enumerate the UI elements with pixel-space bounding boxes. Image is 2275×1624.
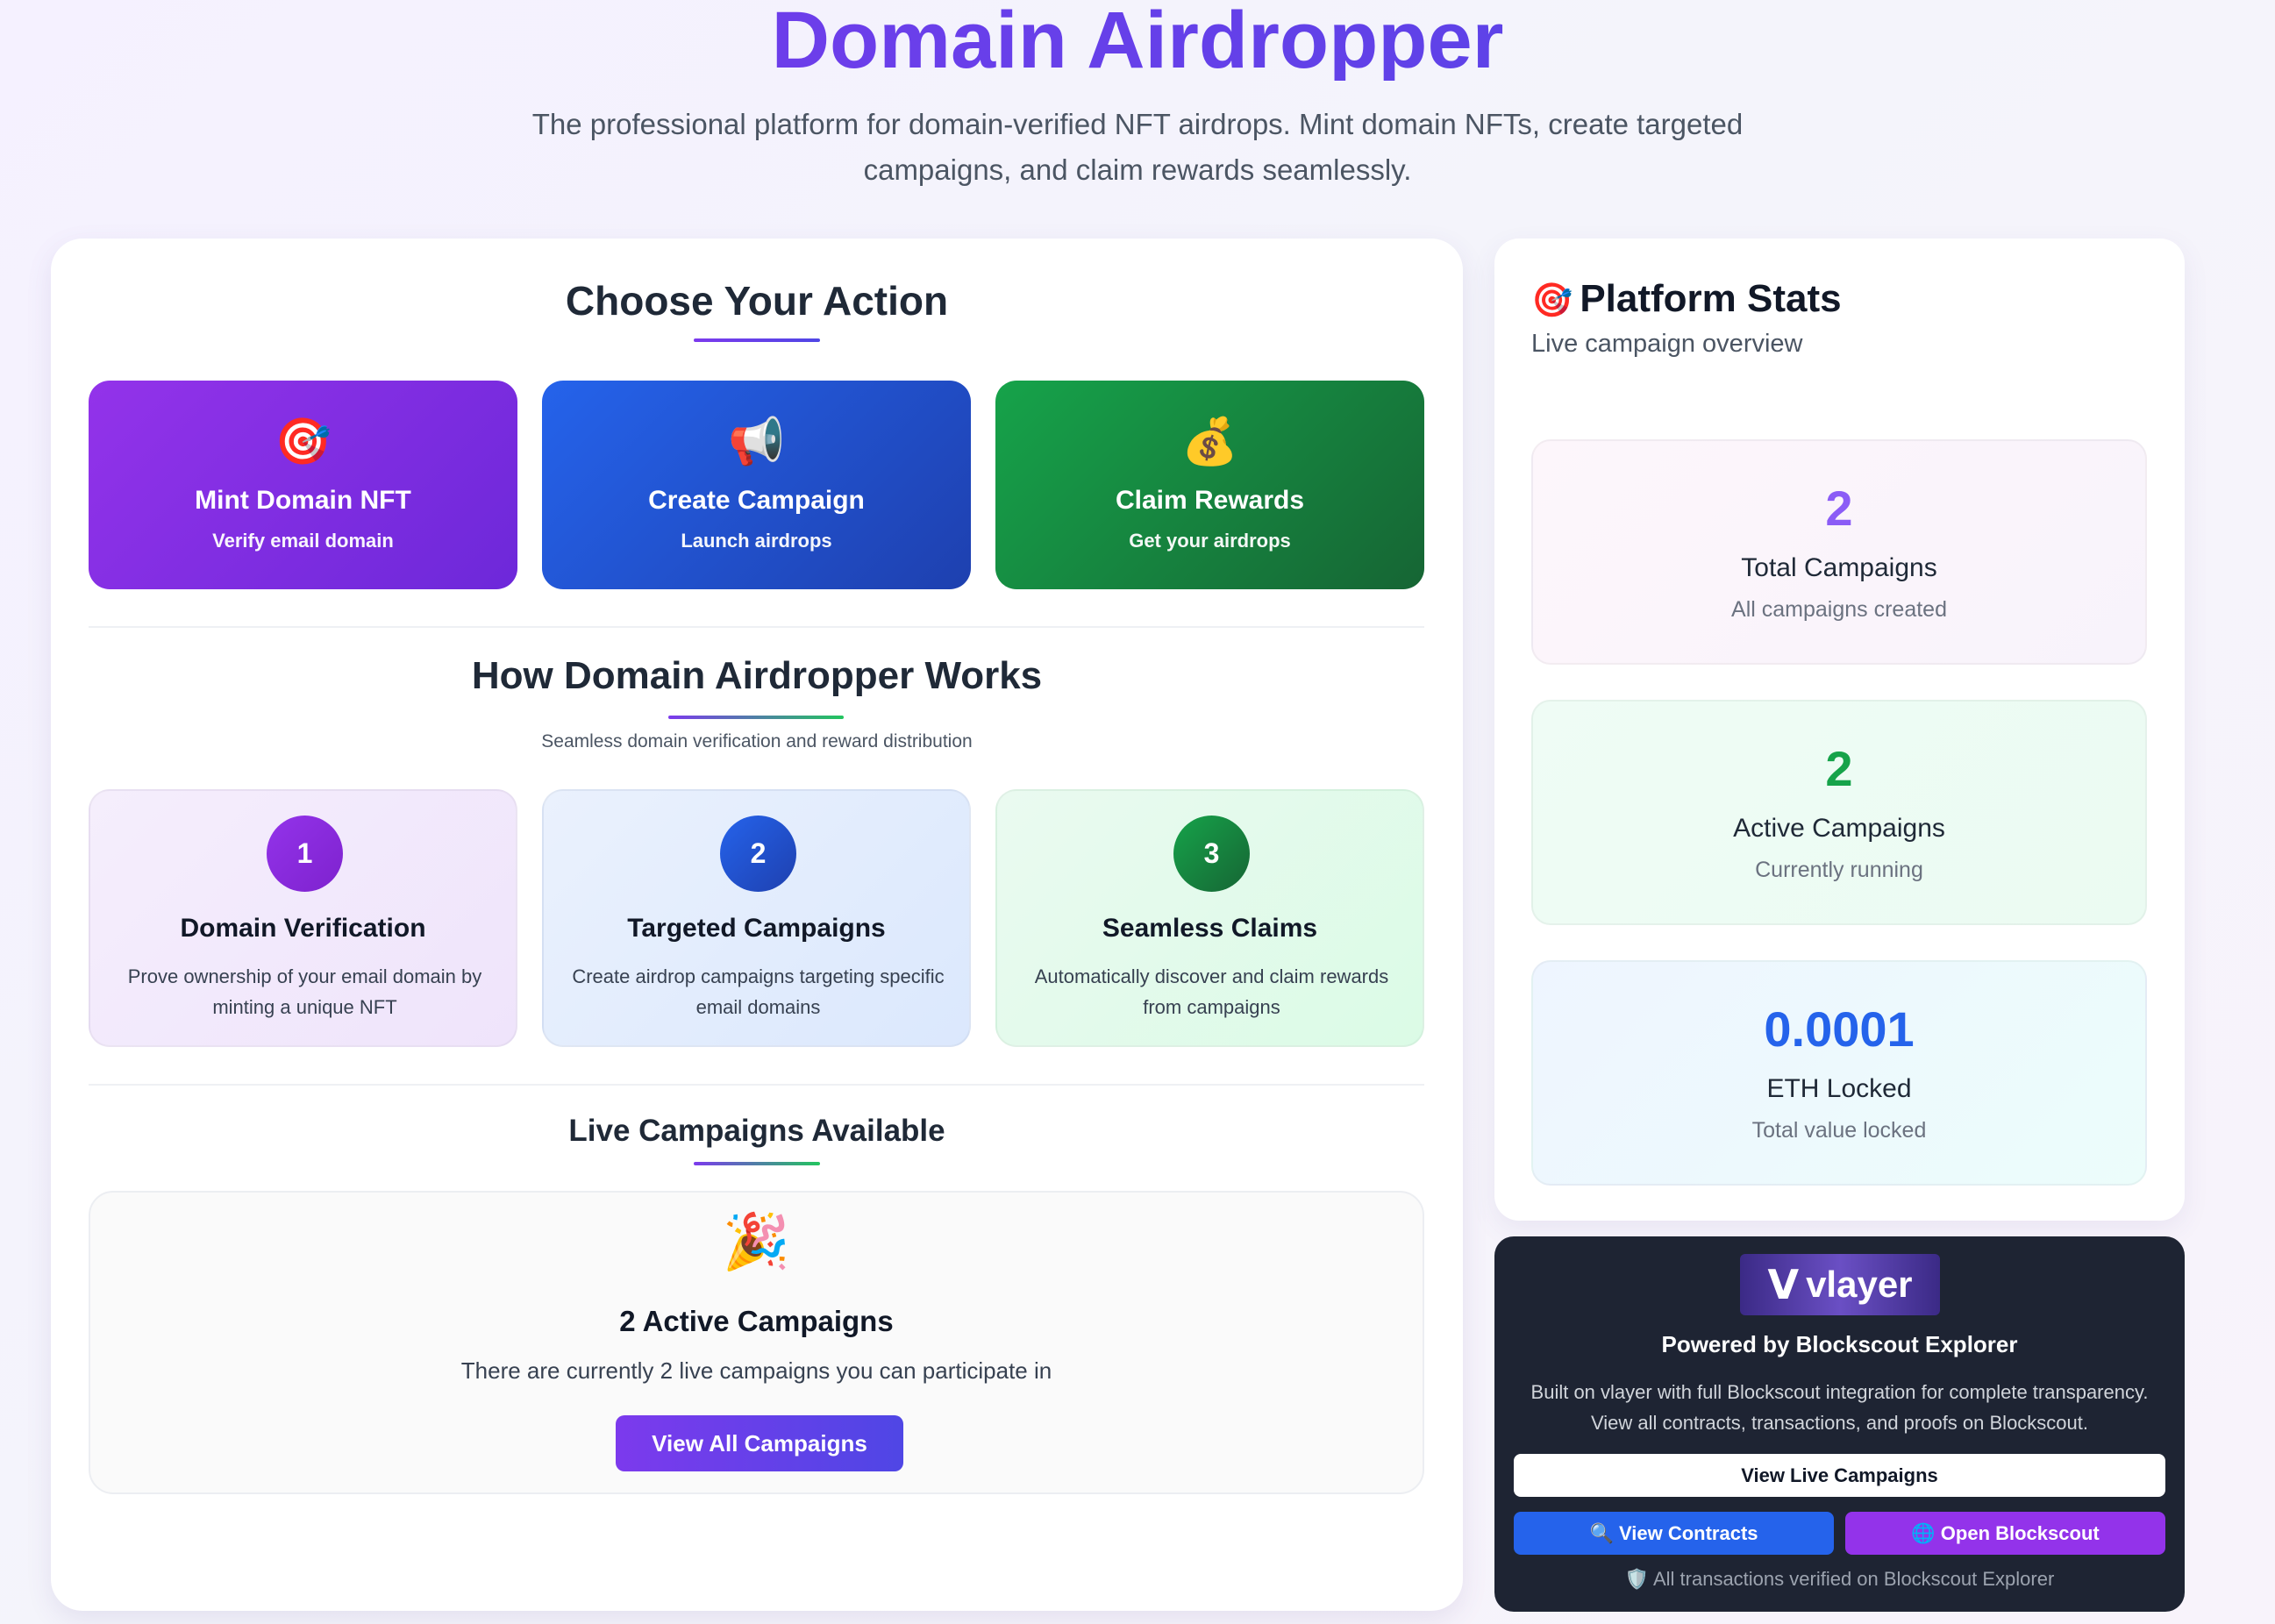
platform-stats-title: 🎯 Platform Stats <box>1531 277 1842 321</box>
step-description: Automatically discover and claim rewards… <box>1034 965 1389 1018</box>
mint-domain-nft-label: Mint Domain NFT <box>195 486 411 515</box>
page-subtitle: The professional platform for domain-ver… <box>531 108 1744 186</box>
money-bag-icon: 💰 <box>1181 417 1238 467</box>
step-card-domain-verification: 1 Domain Verification Prove ownership of… <box>89 789 517 1047</box>
live-campaigns-title: Live Campaigns Available <box>568 1114 945 1148</box>
stat-label: Active Campaigns <box>1733 814 1945 843</box>
party-popper-icon: 🎉 <box>722 1212 791 1272</box>
live-campaigns-box: 🎉 2 Active Campaigns There are currently… <box>89 1191 1424 1494</box>
target-icon: 🎯 <box>275 417 332 467</box>
page-header: Domain Airdropper The professional platf… <box>0 0 2275 193</box>
view-contracts-button[interactable]: 🔍 View Contracts <box>1514 1512 1834 1555</box>
actions-title-underline <box>694 338 820 342</box>
blockscout-panel-title: Powered by Blockscout Explorer <box>1661 1331 2018 1357</box>
stat-value: 2 <box>1825 481 1853 536</box>
platform-stats-subtitle: Live campaign overview <box>1531 330 1803 358</box>
stat-sublabel: Currently running <box>1755 858 1923 882</box>
step-card-targeted-campaigns: 2 Targeted Campaigns Create airdrop camp… <box>542 789 971 1047</box>
megaphone-icon: 📢 <box>728 417 785 467</box>
how-it-works-subtitle: Seamless domain verification and reward … <box>541 731 973 751</box>
view-all-campaigns-button[interactable]: View All Campaigns <box>616 1415 903 1471</box>
stat-value: 2 <box>1825 741 1853 796</box>
blockscout-panel: V vlayer Powered by Blockscout Explorer … <box>1494 1236 2185 1612</box>
active-campaigns-description: There are currently 2 live campaigns you… <box>460 1357 1052 1384</box>
stat-label: Total Campaigns <box>1741 553 1937 582</box>
actions-title: Choose Your Action <box>565 278 949 324</box>
create-campaign-card[interactable]: 📢 Create Campaign Launch airdrops <box>542 381 971 589</box>
mint-domain-nft-card[interactable]: 🎯 Mint Domain NFT Verify email domain <box>89 381 517 589</box>
divider <box>89 1084 1424 1086</box>
stat-sublabel: Total value locked <box>1751 1118 1927 1143</box>
platform-stats-panel: 🎯 Platform Stats Live campaign overview 2… <box>1494 239 2185 1221</box>
stat-total-campaigns: 2 Total Campaigns All campaigns created <box>1531 439 2147 665</box>
vlayer-logo-word: vlayer <box>1806 1264 1913 1305</box>
vlayer-logo: V vlayer <box>1740 1254 1940 1315</box>
stat-sublabel: All campaigns created <box>1731 597 1947 622</box>
step-number: 3 <box>1173 816 1250 892</box>
verification-note: 🛡️ All transactions verified on Blocksco… <box>1624 1568 2055 1590</box>
target-icon: 🎯 <box>1531 282 1573 319</box>
platform-stats-title-text: Platform Stats <box>1580 277 1842 320</box>
how-it-works-title: How Domain Airdropper Works <box>471 654 1043 697</box>
step-title: Seamless Claims <box>1102 914 1318 943</box>
create-campaign-sub: Launch airdrops <box>681 530 832 552</box>
how-it-works-underline <box>668 716 844 719</box>
create-campaign-label: Create Campaign <box>648 486 865 515</box>
stat-eth-locked: 0.0001 ETH Locked Total value locked <box>1531 960 2147 1186</box>
main-panel: Choose Your Action 🎯 Mint Domain NFT Ver… <box>51 239 1463 1611</box>
open-blockscout-button[interactable]: 🌐 Open Blockscout <box>1845 1512 2165 1555</box>
active-campaigns-heading: 2 Active Campaigns <box>619 1305 894 1337</box>
blockscout-panel-description: Built on vlayer with full Blockscout int… <box>1530 1381 2149 1434</box>
step-title: Domain Verification <box>180 914 426 943</box>
stat-label: ETH Locked <box>1766 1074 1912 1103</box>
step-number: 2 <box>720 816 796 892</box>
step-number: 1 <box>267 816 343 892</box>
step-card-seamless-claims: 3 Seamless Claims Automatically discover… <box>995 789 1424 1047</box>
page-title: Domain Airdropper <box>0 0 2275 81</box>
step-title: Targeted Campaigns <box>627 914 886 943</box>
mint-domain-nft-sub: Verify email domain <box>212 530 394 552</box>
vlayer-logo-mark: V <box>1767 1261 1800 1308</box>
live-campaigns-underline <box>694 1162 820 1165</box>
divider <box>89 626 1424 628</box>
step-description: Create airdrop campaigns targeting speci… <box>572 965 945 1018</box>
stat-active-campaigns: 2 Active Campaigns Currently running <box>1531 700 2147 925</box>
step-description: Prove ownership of your email domain by … <box>127 965 482 1018</box>
stat-value: 0.0001 <box>1764 1001 1915 1057</box>
claim-rewards-card[interactable]: 💰 Claim Rewards Get your airdrops <box>995 381 1424 589</box>
view-live-campaigns-button[interactable]: View Live Campaigns <box>1514 1454 2165 1497</box>
claim-rewards-sub: Get your airdrops <box>1129 530 1291 552</box>
claim-rewards-label: Claim Rewards <box>1115 486 1305 515</box>
